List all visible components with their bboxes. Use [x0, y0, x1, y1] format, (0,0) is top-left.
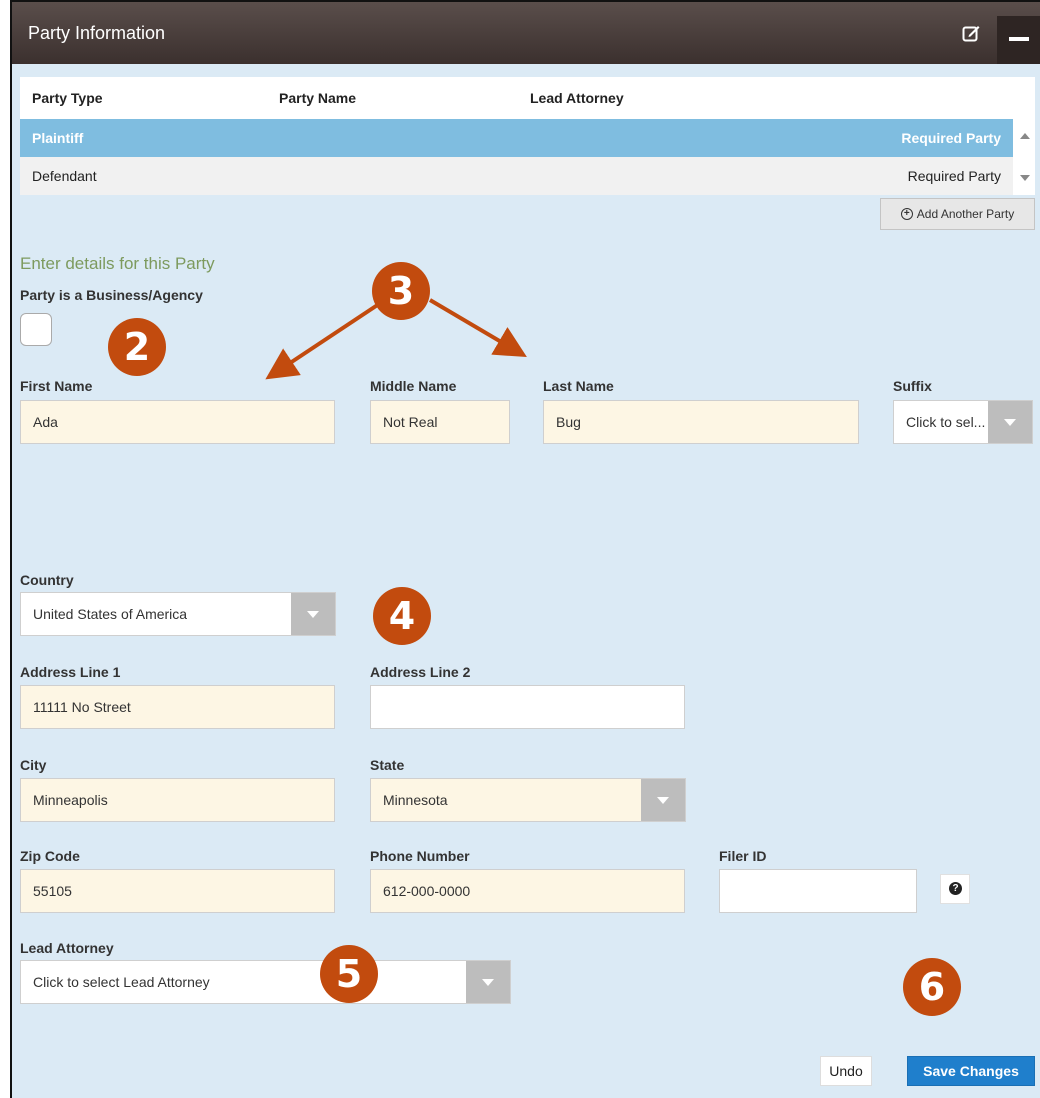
country-select[interactable]: United States of America	[20, 592, 336, 636]
party-row-defendant[interactable]: Defendant Required Party	[20, 157, 1013, 195]
callout-2: 2	[108, 318, 166, 376]
country-label: Country	[20, 572, 74, 588]
state-label: State	[370, 757, 405, 773]
panel-title-bar: Party Information	[12, 2, 1040, 64]
save-changes-button[interactable]: Save Changes	[907, 1056, 1035, 1086]
filer-id-help-button[interactable]: ?	[940, 874, 970, 904]
panel-title: Party Information	[28, 23, 166, 43]
scroll-up-button[interactable]	[1015, 119, 1035, 157]
city-label: City	[20, 757, 47, 773]
party-status-cell: Required Party	[907, 168, 1001, 184]
filer-id-input[interactable]	[719, 869, 917, 913]
address-line-2-label: Address Line 2	[370, 664, 471, 680]
chevron-down-icon	[466, 961, 510, 1003]
callout-3: 3	[372, 262, 430, 320]
last-name-input[interactable]: Bug	[543, 400, 859, 444]
callout-4: 4	[373, 587, 431, 645]
state-value: Minnesota	[383, 792, 448, 808]
phone-number-label: Phone Number	[370, 848, 470, 864]
chevron-down-icon	[988, 401, 1032, 443]
business-agency-checkbox[interactable]	[20, 313, 52, 346]
middle-name-input[interactable]: Not Real	[370, 400, 510, 444]
address-line-1-label: Address Line 1	[20, 664, 121, 680]
address-line-2-input[interactable]	[370, 685, 685, 729]
chevron-down-icon	[291, 593, 335, 635]
edit-icon[interactable]	[962, 24, 980, 42]
undo-button[interactable]: Undo	[820, 1056, 872, 1086]
state-select[interactable]: Minnesota	[370, 778, 686, 822]
column-header-party-name: Party Name	[279, 90, 357, 106]
suffix-label: Suffix	[893, 378, 932, 394]
plus-circle-icon: +	[900, 208, 913, 220]
filer-id-label: Filer ID	[719, 848, 767, 864]
first-name-label: First Name	[20, 378, 93, 394]
lead-attorney-value: Click to select Lead Attorney	[33, 974, 210, 990]
first-name-input[interactable]: Ada	[20, 400, 335, 444]
phone-number-input[interactable]: 612-000-0000	[370, 869, 685, 913]
city-input[interactable]: Minneapolis	[20, 778, 335, 822]
address-line-1-input[interactable]: 11111 No Street	[20, 685, 335, 729]
lead-attorney-label: Lead Attorney	[20, 940, 114, 956]
callout-6: 6	[903, 958, 961, 1016]
chevron-down-icon	[641, 779, 685, 821]
party-information-panel: Party Information Party Type Party Name …	[10, 0, 1040, 1098]
country-value: United States of America	[33, 606, 188, 622]
scroll-down-icon	[1020, 175, 1030, 181]
column-header-party-type: Party Type	[32, 90, 103, 106]
suffix-value: Click to sel...	[906, 414, 986, 430]
add-another-party-label: Add Another Party	[916, 207, 1015, 221]
party-status-cell: Required Party	[901, 130, 1001, 146]
minimize-icon	[1009, 37, 1029, 41]
business-agency-label: Party is a Business/Agency	[20, 287, 203, 303]
last-name-label: Last Name	[543, 378, 614, 394]
minimize-button[interactable]	[997, 16, 1040, 64]
party-row-plaintiff[interactable]: Plaintiff Required Party	[20, 119, 1013, 157]
section-heading: Enter details for this Party	[20, 254, 215, 273]
suffix-select[interactable]: Click to sel...	[893, 400, 1033, 444]
column-header-lead-attorney: Lead Attorney	[530, 90, 624, 106]
scroll-up-icon	[1020, 133, 1030, 139]
zip-code-input[interactable]: 55105	[20, 869, 335, 913]
party-type-cell: Defendant	[32, 168, 97, 184]
middle-name-label: Middle Name	[370, 378, 457, 394]
question-circle-icon: ?	[949, 882, 962, 895]
party-type-cell: Plaintiff	[32, 130, 84, 146]
zip-code-label: Zip Code	[20, 848, 80, 864]
scroll-down-button[interactable]	[1015, 157, 1035, 195]
callout-5: 5	[320, 945, 378, 1003]
add-another-party-button[interactable]: + Add Another Party	[880, 198, 1035, 230]
lead-attorney-select[interactable]: Click to select Lead Attorney	[20, 960, 511, 1004]
